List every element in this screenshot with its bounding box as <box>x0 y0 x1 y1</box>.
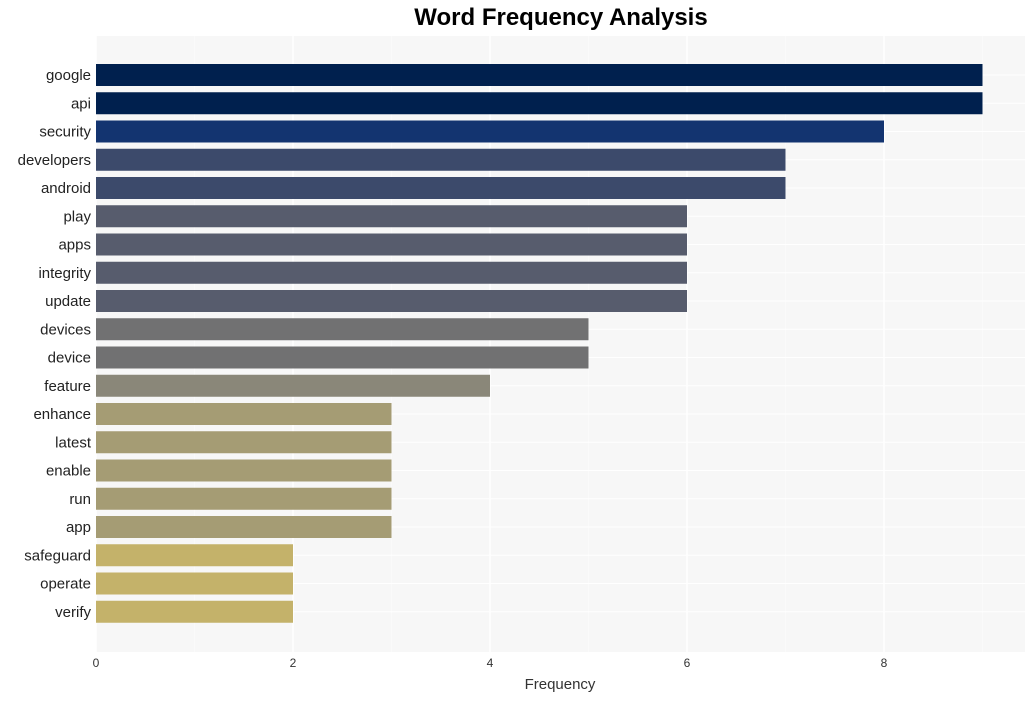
x-tick-label: 6 <box>684 656 691 670</box>
bar-devices <box>96 318 589 341</box>
x-tick-label: 0 <box>93 656 100 670</box>
bar-device <box>96 346 589 369</box>
category-label: integrity <box>38 265 91 282</box>
category-label: update <box>45 293 91 310</box>
bar-play <box>96 205 687 228</box>
bar-safeguard <box>96 544 293 567</box>
bar-google <box>96 64 983 86</box>
bar-update <box>96 290 687 312</box>
x-tick-label: 4 <box>487 656 494 670</box>
bar-developers <box>96 148 786 171</box>
category-label: feature <box>44 378 91 395</box>
x-tick-label: 8 <box>881 656 888 670</box>
category-label: latest <box>55 434 92 451</box>
category-label: operate <box>40 576 91 593</box>
category-label: android <box>41 180 91 197</box>
category-label: play <box>63 208 91 225</box>
category-label: app <box>66 519 91 536</box>
bar-security <box>96 120 884 143</box>
category-label: enable <box>46 463 91 480</box>
category-label: google <box>46 67 91 84</box>
bar-android <box>96 177 786 199</box>
bar-run <box>96 487 392 510</box>
bar-enhance <box>96 403 392 425</box>
x-tick-labels: 0 2 4 6 8 <box>93 656 888 670</box>
bar-chart: google api security developers android play ap… <box>18 36 1025 693</box>
category-label: devices <box>40 321 91 338</box>
bar-latest <box>96 431 392 454</box>
bar-apps <box>96 233 687 256</box>
category-label: apps <box>58 237 91 254</box>
bar-enable <box>96 459 392 482</box>
category-label: developers <box>18 152 91 169</box>
bar-verify <box>96 600 293 623</box>
category-label: enhance <box>33 406 91 423</box>
bar-api <box>96 92 983 115</box>
x-tick-label: 2 <box>290 656 297 670</box>
x-axis-title: Frequency <box>525 676 596 693</box>
category-label: device <box>48 350 91 367</box>
bar-integrity <box>96 261 687 284</box>
bar-app <box>96 516 392 538</box>
category-label: run <box>69 491 91 508</box>
category-label: safeguard <box>24 547 91 564</box>
category-labels: google api security developers android play ap… <box>18 67 92 621</box>
bar-feature <box>96 374 490 397</box>
category-label: verify <box>55 604 91 621</box>
category-label: security <box>39 124 91 141</box>
bar-operate <box>96 572 293 595</box>
category-label: api <box>71 95 91 112</box>
